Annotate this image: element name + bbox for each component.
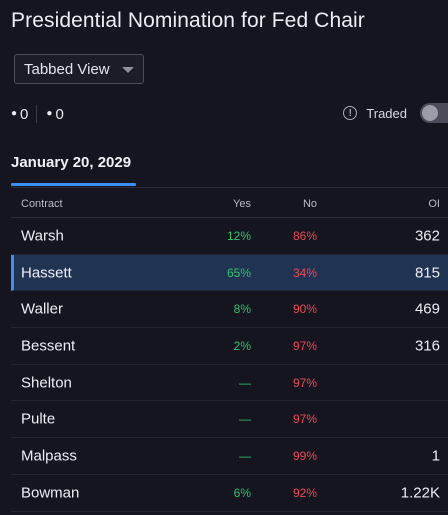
yes-price[interactable]: 2% (234, 339, 251, 353)
header-oi[interactable]: OI (428, 198, 440, 210)
contracts-table: Warsh 12% 86% 362 Hassett 65% 34% 815 Wa… (11, 218, 448, 512)
open-interest: 1 (431, 447, 440, 465)
contract-name: Bessent (21, 337, 76, 355)
traded-label: Traded (366, 105, 407, 121)
no-price[interactable]: 97% (293, 376, 317, 390)
contract-name: Warsh (21, 227, 64, 245)
open-interest: 316 (414, 337, 440, 355)
position-counts: ● 0 ● 0 (11, 104, 64, 124)
contract-name: Waller (21, 300, 63, 318)
header-contract[interactable]: Contract (21, 198, 63, 210)
table-row[interactable]: Warsh 12% 86% 362 (11, 218, 448, 255)
yes-price[interactable]: 65% (227, 266, 251, 280)
no-price[interactable]: 34% (293, 266, 317, 280)
open-interest: 469 (414, 300, 440, 318)
open-interest: 1.22K (400, 484, 440, 502)
toggle-knob (422, 105, 438, 121)
header-no[interactable]: No (303, 198, 317, 210)
bullet-icon: ● (11, 107, 18, 119)
table-header: Contract Yes No OI (11, 188, 448, 218)
header-yes[interactable]: Yes (233, 198, 251, 210)
no-price[interactable]: 97% (293, 412, 317, 426)
no-price[interactable]: 99% (293, 449, 317, 463)
no-price[interactable]: 92% (293, 486, 317, 500)
table-row[interactable]: Waller 8% 90% 469 (11, 291, 448, 329)
active-tab-indicator (11, 183, 136, 186)
open-interest: 362 (414, 227, 440, 245)
page-title: Presidential Nomination for Fed Chair (11, 9, 365, 32)
no-price[interactable]: 90% (293, 302, 317, 316)
table-row[interactable]: Bowman 6% 92% 1.22K (11, 475, 448, 512)
bullet-icon: ● (46, 107, 53, 119)
yes-price[interactable]: 8% (234, 302, 251, 316)
count-second: 0 (55, 105, 64, 123)
no-price[interactable]: 86% (293, 229, 317, 243)
tab-date[interactable]: January 20, 2029 (11, 154, 131, 171)
yes-price[interactable]: — (239, 376, 251, 390)
yes-price[interactable]: — (239, 412, 251, 426)
info-icon[interactable]: ! (343, 106, 358, 120)
table-row-selected[interactable]: Hassett 65% 34% 815 (11, 254, 448, 292)
view-mode-dropdown[interactable]: Tabbed View (14, 54, 144, 84)
table-row[interactable]: Bessent 2% 97% 316 (11, 328, 448, 365)
page-root: Presidential Nomination for Fed Chair Ta… (0, 0, 448, 515)
chevron-down-icon (122, 67, 134, 73)
table-row[interactable]: Malpass — 99% 1 (11, 438, 448, 475)
yes-price[interactable]: — (239, 449, 251, 463)
traded-toggle[interactable] (420, 103, 448, 123)
table-row[interactable]: Pulte — 97% (11, 401, 448, 439)
contract-name: Shelton (21, 374, 72, 392)
view-mode-value: Tabbed View (24, 60, 110, 78)
contract-name: Pulte (21, 410, 56, 428)
yes-price[interactable]: 12% (227, 229, 251, 243)
contract-name: Hassett (21, 264, 72, 282)
open-interest: 815 (414, 264, 440, 282)
table-row[interactable]: Shelton — 97% (11, 365, 448, 402)
count-divider (36, 105, 38, 123)
yes-price[interactable]: 6% (234, 486, 251, 500)
contract-name: Malpass (21, 447, 77, 465)
traded-filter: ! Traded (343, 103, 448, 123)
count-first: 0 (20, 105, 29, 123)
no-price[interactable]: 97% (293, 339, 317, 353)
contract-name: Bowman (21, 484, 80, 502)
